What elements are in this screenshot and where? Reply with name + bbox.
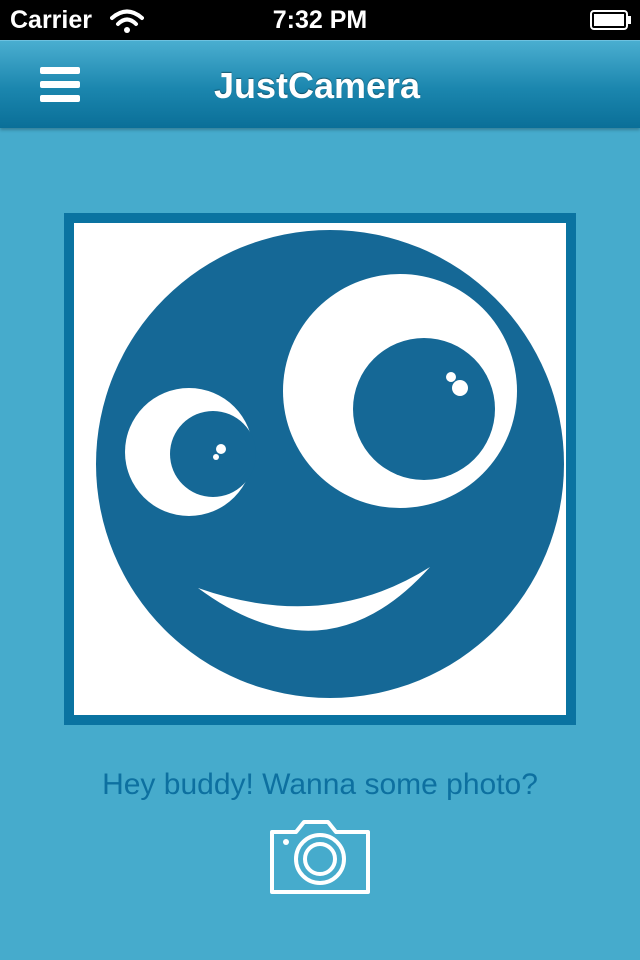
left-eye-pupil [170, 411, 256, 497]
navigation-bar: JustCamera [0, 40, 640, 128]
photo-preview [64, 213, 576, 725]
smiley-face-illustration [96, 230, 564, 698]
photo-prompt-text: Hey buddy! Wanna some photo? [102, 768, 538, 801]
camera-icon[interactable] [268, 818, 372, 896]
status-time: 7:32 PM [272, 6, 368, 34]
right-eye-pupil [353, 338, 495, 480]
app-title: JustCamera [213, 65, 421, 106]
status-bar: Carrier 7:32 PM [0, 0, 640, 40]
battery-icon [590, 10, 631, 30]
